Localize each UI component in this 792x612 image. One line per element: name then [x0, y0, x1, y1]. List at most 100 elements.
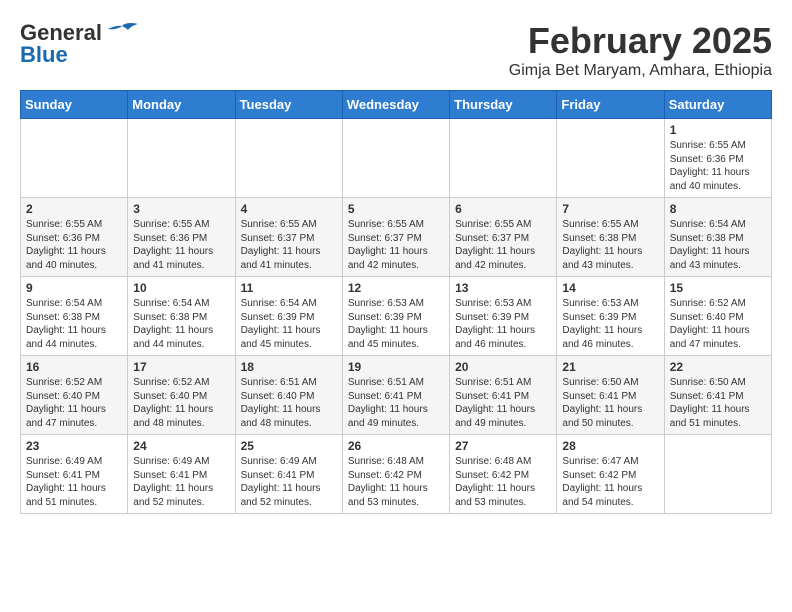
day-info: Sunrise: 6:49 AM Sunset: 6:41 PM Dayligh…: [26, 455, 122, 509]
table-row: 16Sunrise: 6:52 AM Sunset: 6:40 PM Dayli…: [21, 356, 128, 435]
day-number: 2: [26, 202, 122, 216]
table-row: 20 Sunrise: 6:51 AM Sunset: 6:41 PM Dayli…: [450, 356, 557, 435]
day-info: Sunrise: 6:50 AM Sunset: 6:41 PM Dayligh…: [670, 376, 766, 430]
table-row: 15Sunrise: 6:52 AM Sunset: 6:40 PM Dayli…: [664, 277, 771, 356]
day-number: 28: [562, 439, 658, 453]
day-number: 15: [670, 281, 766, 295]
table-row: 28 Sunrise: 6:47 AM Sunset: 6:42 PM Dayli…: [557, 435, 664, 514]
table-row: [235, 119, 342, 198]
day-number: 4: [241, 202, 337, 216]
day-number: 10: [133, 281, 229, 295]
day-number: 26: [348, 439, 444, 453]
table-row: 26 Sunrise: 6:48 AM Sunset: 6:42 PM Dayli…: [342, 435, 449, 514]
table-row: 11 Sunrise: 6:54 AM Sunset: 6:39 PM Dayli…: [235, 277, 342, 356]
day-number: 19: [348, 360, 444, 374]
location-subtitle: Gimja Bet Maryam, Amhara, Ethiopia: [509, 62, 772, 80]
table-row: 13 Sunrise: 6:53 AM Sunset: 6:39 PM Dayli…: [450, 277, 557, 356]
table-row: 7 Sunrise: 6:55 AM Sunset: 6:38 PM Daylig…: [557, 198, 664, 277]
day-number: 6: [455, 202, 551, 216]
month-title: February 2025: [509, 20, 772, 62]
col-friday: Friday: [557, 91, 664, 119]
day-info: Sunrise: 6:55 AM Sunset: 6:37 PM Dayligh…: [241, 218, 337, 272]
table-row: 2 Sunrise: 6:55 AM Sunset: 6:36 PM Daylig…: [21, 198, 128, 277]
table-row: 27 Sunrise: 6:48 AM Sunset: 6:42 PM Dayli…: [450, 435, 557, 514]
day-number: 25: [241, 439, 337, 453]
day-number: 8: [670, 202, 766, 216]
title-block: February 2025 Gimja Bet Maryam, Amhara, …: [509, 20, 772, 80]
col-wednesday: Wednesday: [342, 91, 449, 119]
day-number: 22: [670, 360, 766, 374]
calendar-week-row: 1 Sunrise: 6:55 AM Sunset: 6:36 PM Daylig…: [21, 119, 772, 198]
day-info: Sunrise: 6:53 AM Sunset: 6:39 PM Dayligh…: [455, 297, 551, 351]
day-info: Sunrise: 6:48 AM Sunset: 6:42 PM Dayligh…: [348, 455, 444, 509]
calendar-week-row: 9 Sunrise: 6:54 AM Sunset: 6:38 PM Daylig…: [21, 277, 772, 356]
day-number: 14: [562, 281, 658, 295]
day-number: 11: [241, 281, 337, 295]
table-row: 17 Sunrise: 6:52 AM Sunset: 6:40 PM Dayli…: [128, 356, 235, 435]
day-info: Sunrise: 6:54 AM Sunset: 6:39 PM Dayligh…: [241, 297, 337, 351]
table-row: [450, 119, 557, 198]
col-saturday: Saturday: [664, 91, 771, 119]
day-number: 23: [26, 439, 122, 453]
day-info: Sunrise: 6:51 AM Sunset: 6:40 PM Dayligh…: [241, 376, 337, 430]
day-info: Sunrise: 6:54 AM Sunset: 6:38 PM Dayligh…: [133, 297, 229, 351]
day-number: 5: [348, 202, 444, 216]
table-row: [342, 119, 449, 198]
table-row: [557, 119, 664, 198]
table-row: 1 Sunrise: 6:55 AM Sunset: 6:36 PM Daylig…: [664, 119, 771, 198]
table-row: 19 Sunrise: 6:51 AM Sunset: 6:41 PM Dayli…: [342, 356, 449, 435]
table-row: 21 Sunrise: 6:50 AM Sunset: 6:41 PM Dayli…: [557, 356, 664, 435]
table-row: 4 Sunrise: 6:55 AM Sunset: 6:37 PM Daylig…: [235, 198, 342, 277]
table-row: 5 Sunrise: 6:55 AM Sunset: 6:37 PM Daylig…: [342, 198, 449, 277]
page-header: General Blue February 2025 Gimja Bet Mar…: [20, 20, 772, 80]
day-info: Sunrise: 6:55 AM Sunset: 6:38 PM Dayligh…: [562, 218, 658, 272]
day-info: Sunrise: 6:48 AM Sunset: 6:42 PM Dayligh…: [455, 455, 551, 509]
day-number: 12: [348, 281, 444, 295]
day-number: 7: [562, 202, 658, 216]
table-row: 23 Sunrise: 6:49 AM Sunset: 6:41 PM Dayli…: [21, 435, 128, 514]
day-number: 17: [133, 360, 229, 374]
table-row: 18 Sunrise: 6:51 AM Sunset: 6:40 PM Dayli…: [235, 356, 342, 435]
day-info: Sunrise: 6:55 AM Sunset: 6:36 PM Dayligh…: [670, 139, 766, 193]
day-info: Sunrise: 6:52 AM Sunset: 6:40 PM Dayligh…: [26, 376, 122, 430]
table-row: 6 Sunrise: 6:55 AM Sunset: 6:37 PM Daylig…: [450, 198, 557, 277]
calendar-week-row: 16Sunrise: 6:52 AM Sunset: 6:40 PM Dayli…: [21, 356, 772, 435]
day-number: 20: [455, 360, 551, 374]
col-monday: Monday: [128, 91, 235, 119]
day-number: 27: [455, 439, 551, 453]
day-info: Sunrise: 6:52 AM Sunset: 6:40 PM Dayligh…: [133, 376, 229, 430]
calendar-week-row: 2 Sunrise: 6:55 AM Sunset: 6:36 PM Daylig…: [21, 198, 772, 277]
day-info: Sunrise: 6:51 AM Sunset: 6:41 PM Dayligh…: [348, 376, 444, 430]
table-row: 14 Sunrise: 6:53 AM Sunset: 6:39 PM Dayli…: [557, 277, 664, 356]
logo: General Blue: [20, 20, 142, 68]
calendar-week-row: 23 Sunrise: 6:49 AM Sunset: 6:41 PM Dayli…: [21, 435, 772, 514]
day-info: Sunrise: 6:55 AM Sunset: 6:37 PM Dayligh…: [348, 218, 444, 272]
day-info: Sunrise: 6:55 AM Sunset: 6:37 PM Dayligh…: [455, 218, 551, 272]
day-info: Sunrise: 6:51 AM Sunset: 6:41 PM Dayligh…: [455, 376, 551, 430]
day-info: Sunrise: 6:47 AM Sunset: 6:42 PM Dayligh…: [562, 455, 658, 509]
day-info: Sunrise: 6:55 AM Sunset: 6:36 PM Dayligh…: [26, 218, 122, 272]
day-number: 3: [133, 202, 229, 216]
day-number: 1: [670, 123, 766, 137]
table-row: [664, 435, 771, 514]
table-row: 9Sunrise: 6:54 AM Sunset: 6:38 PM Daylig…: [21, 277, 128, 356]
day-number: 21: [562, 360, 658, 374]
calendar-table: Sunday Monday Tuesday Wednesday Thursday…: [20, 90, 772, 514]
table-row: 10 Sunrise: 6:54 AM Sunset: 6:38 PM Dayli…: [128, 277, 235, 356]
day-number: 18: [241, 360, 337, 374]
table-row: 22 Sunrise: 6:50 AM Sunset: 6:41 PM Dayli…: [664, 356, 771, 435]
day-info: Sunrise: 6:53 AM Sunset: 6:39 PM Dayligh…: [562, 297, 658, 351]
day-number: 24: [133, 439, 229, 453]
day-info: Sunrise: 6:50 AM Sunset: 6:41 PM Dayligh…: [562, 376, 658, 430]
table-row: [21, 119, 128, 198]
table-row: 12Sunrise: 6:53 AM Sunset: 6:39 PM Dayli…: [342, 277, 449, 356]
col-sunday: Sunday: [21, 91, 128, 119]
day-number: 9: [26, 281, 122, 295]
day-number: 13: [455, 281, 551, 295]
day-info: Sunrise: 6:49 AM Sunset: 6:41 PM Dayligh…: [133, 455, 229, 509]
col-thursday: Thursday: [450, 91, 557, 119]
table-row: [128, 119, 235, 198]
logo-bird-icon: [104, 22, 140, 44]
day-info: Sunrise: 6:55 AM Sunset: 6:36 PM Dayligh…: [133, 218, 229, 272]
calendar-header-row: Sunday Monday Tuesday Wednesday Thursday…: [21, 91, 772, 119]
